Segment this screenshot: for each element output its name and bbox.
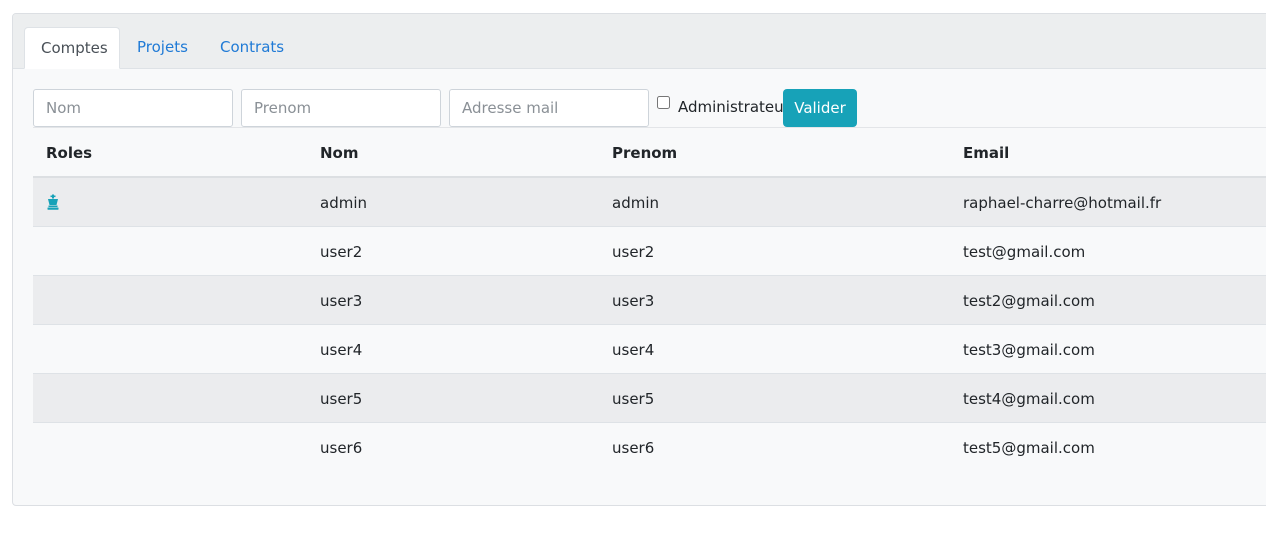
cell-nom: admin: [320, 194, 367, 212]
cell-email: test2@gmail.com: [963, 292, 1095, 310]
email-input[interactable]: [449, 89, 649, 127]
admin-checkbox-label[interactable]: Administrateur: [678, 98, 790, 116]
cell-email: test5@gmail.com: [963, 439, 1095, 457]
cell-prenom: user5: [612, 390, 655, 408]
cell-prenom: user6: [612, 439, 655, 457]
cell-email: test3@gmail.com: [963, 341, 1095, 359]
header-roles: Roles: [46, 144, 93, 162]
header-email: Email: [963, 144, 1010, 162]
table-row: user4 user4 test3@gmail.com: [33, 325, 1266, 374]
table-header: Roles Nom Prenom Email: [33, 128, 1266, 178]
prenom-input[interactable]: [241, 89, 441, 127]
table-row: user5 user5 test4@gmail.com: [33, 374, 1266, 423]
cell-prenom: user4: [612, 341, 655, 359]
table-row: user2 user2 test@gmail.com: [33, 227, 1266, 276]
cell-nom: user5: [320, 390, 363, 408]
cell-prenom: user3: [612, 292, 655, 310]
cell-email: test4@gmail.com: [963, 390, 1095, 408]
tab-bar: Comptes Projets Contrats: [13, 14, 1266, 69]
tab-comptes[interactable]: Comptes: [24, 27, 120, 69]
cell-prenom: admin: [612, 194, 659, 212]
cell-nom: user4: [320, 341, 363, 359]
tab-projets[interactable]: Projets: [121, 27, 204, 68]
tab-contrats[interactable]: Contrats: [204, 27, 300, 68]
nom-input[interactable]: [33, 89, 233, 127]
chess-king-icon: [45, 194, 61, 210]
valider-button[interactable]: Valider: [783, 89, 857, 127]
table-row: admin admin raphael-charre@hotmail.fr: [33, 178, 1266, 227]
cell-email: test@gmail.com: [963, 243, 1086, 261]
cell-email: raphael-charre@hotmail.fr: [963, 194, 1162, 212]
cell-nom: user3: [320, 292, 363, 310]
header-prenom: Prenom: [612, 144, 678, 162]
admin-checkbox[interactable]: [657, 96, 670, 109]
accounts-table: Roles Nom Prenom Email admin admin rapha…: [33, 127, 1266, 472]
cell-nom: user6: [320, 439, 363, 457]
header-nom: Nom: [320, 144, 359, 162]
accounts-card: Comptes Projets Contrats Administrateur …: [12, 13, 1266, 506]
cell-nom: user2: [320, 243, 363, 261]
cell-prenom: user2: [612, 243, 655, 261]
table-row: user6 user6 test5@gmail.com: [33, 423, 1266, 472]
table-row: user3 user3 test2@gmail.com: [33, 276, 1266, 325]
